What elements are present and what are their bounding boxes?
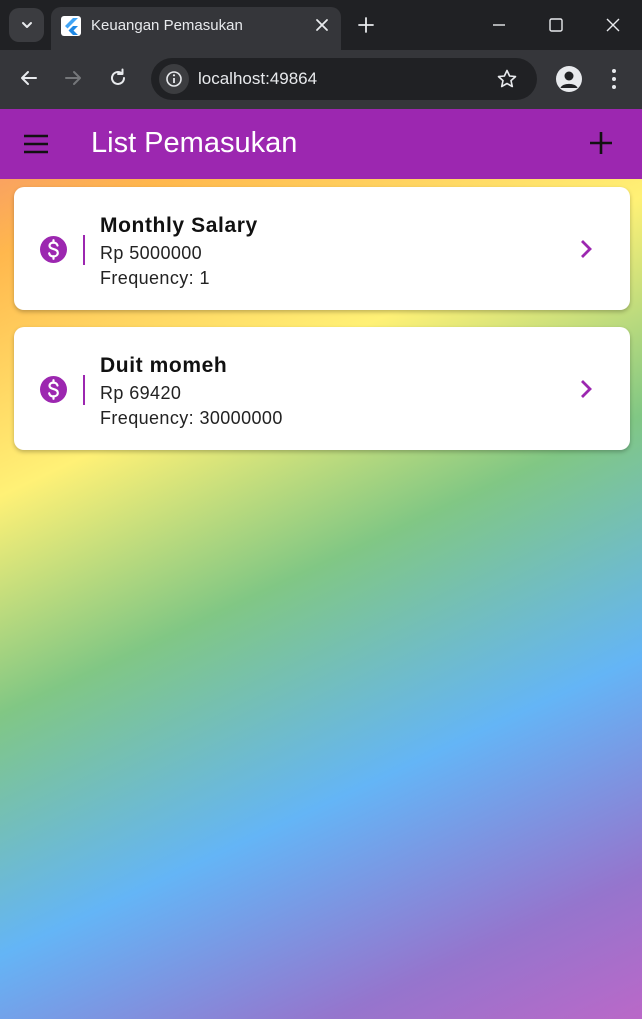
info-icon <box>166 71 182 87</box>
browser-tabstrip: Keuangan Pemasukan <box>0 0 642 50</box>
income-card[interactable]: Monthly Salary Rp 5000000 Frequency: 1 <box>14 187 630 310</box>
hamburger-menu-icon[interactable] <box>22 132 50 156</box>
browser-tab-active[interactable]: Keuangan Pemasukan <box>51 7 341 50</box>
income-card[interactable]: Duit momeh Rp 69420 Frequency: 30000000 <box>14 327 630 450</box>
back-arrow-icon[interactable] <box>18 67 40 89</box>
tab-title: Keuangan Pemasukan <box>91 17 243 34</box>
page-viewport: List Pemasukan Monthly Salary Rp 5000000… <box>0 109 642 1019</box>
card-divider <box>83 235 85 265</box>
dollar-circle-icon <box>40 376 67 403</box>
app-bar: List Pemasukan <box>0 109 642 179</box>
income-frequency: Frequency: 1 <box>100 268 210 288</box>
tab-search-button[interactable] <box>9 8 44 42</box>
income-name: Duit momeh <box>100 354 228 377</box>
income-amount: Rp 69420 <box>100 383 182 403</box>
flutter-favicon-icon <box>61 16 81 36</box>
minimize-icon[interactable] <box>490 16 508 34</box>
chevron-down-icon <box>21 22 32 28</box>
add-income-icon[interactable] <box>588 130 614 156</box>
browser-toolbar: localhost:49864 <box>0 50 642 109</box>
bookmark-star-icon[interactable] <box>496 68 518 90</box>
profile-avatar-icon[interactable] <box>556 66 582 92</box>
more-menu-icon[interactable] <box>604 66 624 92</box>
site-info-button[interactable] <box>159 64 189 94</box>
close-window-icon[interactable] <box>604 16 622 34</box>
maximize-icon[interactable] <box>547 16 565 34</box>
page-title: List Pemasukan <box>91 127 298 159</box>
chevron-right-icon[interactable] <box>576 237 596 261</box>
url-text[interactable]: localhost:49864 <box>198 69 317 89</box>
dollar-circle-icon <box>40 236 67 263</box>
reload-icon[interactable] <box>107 67 129 89</box>
chevron-right-icon[interactable] <box>576 377 596 401</box>
card-divider <box>83 375 85 405</box>
address-bar[interactable]: localhost:49864 <box>151 58 537 100</box>
new-tab-icon[interactable] <box>356 15 376 35</box>
income-name: Monthly Salary <box>100 214 258 237</box>
income-frequency: Frequency: 30000000 <box>100 408 283 428</box>
forward-arrow-icon[interactable] <box>62 67 84 89</box>
income-amount: Rp 5000000 <box>100 243 203 263</box>
close-tab-icon[interactable] <box>313 16 331 34</box>
